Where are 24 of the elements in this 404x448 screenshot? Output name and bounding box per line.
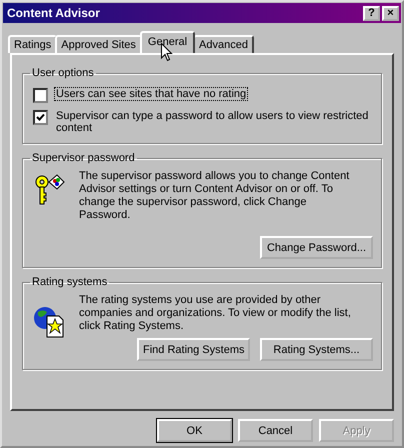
checkbox-label[interactable]: Users can see sites that have no rating xyxy=(54,87,248,101)
close-button[interactable]: × xyxy=(382,6,399,20)
checkbox[interactable] xyxy=(33,88,48,103)
globe-document-icon xyxy=(33,306,65,338)
group-title: Supervisor password xyxy=(31,152,136,164)
rating-systems-button[interactable]: Rating Systems... xyxy=(260,338,373,361)
tab[interactable]: Advanced xyxy=(193,35,254,53)
check-icon xyxy=(36,113,45,122)
tab[interactable]: General xyxy=(140,31,196,53)
group-title: User options xyxy=(31,67,95,79)
tab[interactable]: Ratings xyxy=(8,35,58,53)
find-rating-systems-button[interactable]: Find Rating Systems xyxy=(137,338,250,361)
dialog-button[interactable]: OK xyxy=(157,419,232,442)
window-title: Content Advisor xyxy=(7,6,100,20)
checkbox[interactable] xyxy=(33,110,48,125)
description-text: The supervisor password allows you to change Content Advisor settings or turn Content Advisor on or off. To change the supervisor password, click Change Password. xyxy=(79,170,350,222)
key-icon xyxy=(33,174,65,206)
group-title: Rating systems xyxy=(31,276,108,288)
help-button[interactable]: ? xyxy=(363,6,380,20)
dialog-button[interactable]: Cancel xyxy=(238,419,313,442)
checkbox-label[interactable]: Supervisor can type a password to allow users to view restricted content xyxy=(54,109,373,135)
change-password-button[interactable]: Change Password... xyxy=(260,236,373,259)
description-text: The rating systems you use are provided by other companies and organizations. To view or modify the list, click Rating Systems. xyxy=(79,294,352,334)
tab[interactable]: Approved Sites xyxy=(55,35,142,53)
